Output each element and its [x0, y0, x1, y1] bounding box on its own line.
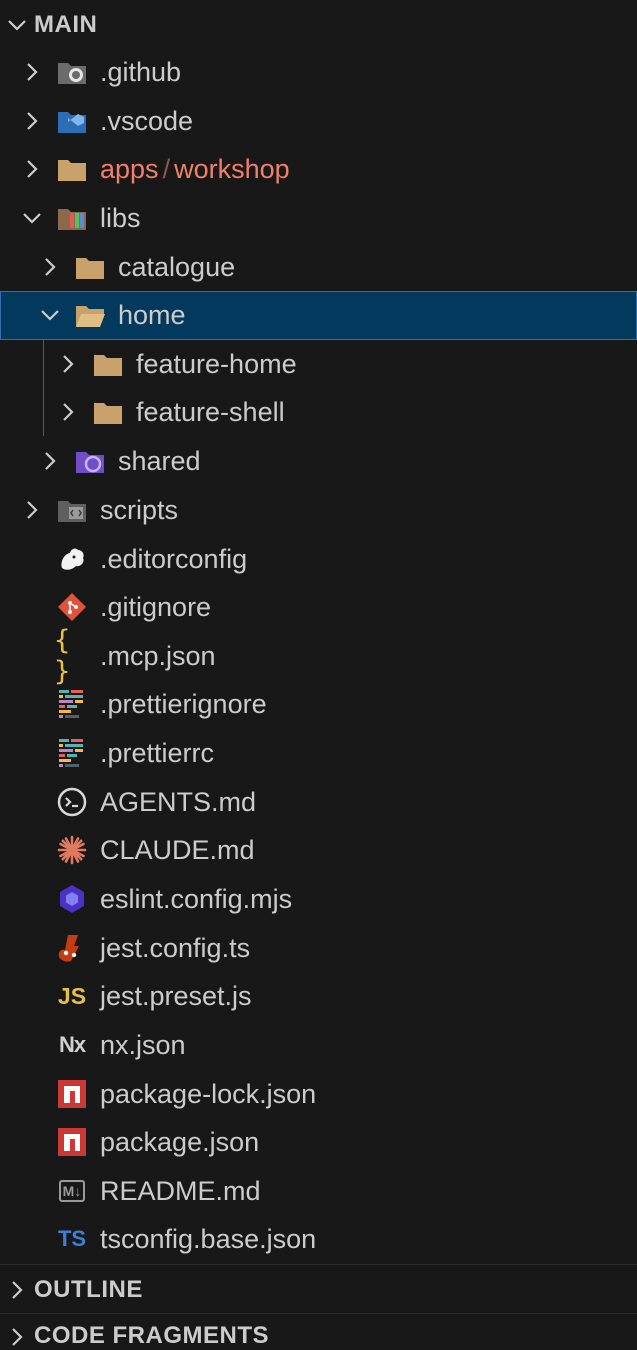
tree-item-label: eslint.config.mjs [100, 883, 293, 914]
tree-item-scripts[interactable]: scripts [0, 486, 637, 535]
shared-folder-icon [72, 443, 108, 479]
git-icon [54, 589, 90, 625]
chevron-right-icon [36, 253, 64, 281]
tree-item-label: package-lock.json [100, 1078, 317, 1109]
chevron-down-icon [0, 14, 34, 36]
tree-item-label: .editorconfig [100, 543, 248, 574]
javascript-icon: JS [57, 982, 87, 1009]
tree-item-label: scripts [100, 494, 179, 525]
folder-open-icon [72, 297, 108, 333]
npm-icon [54, 1124, 90, 1160]
tree-item-label: .vscode [100, 105, 194, 136]
explorer-section-code-fragments[interactable]: CODE FRAGMENTS [0, 1314, 637, 1350]
chevron-right-icon [18, 155, 46, 183]
npm-icon [54, 1076, 90, 1112]
tree-item-editorconfig[interactable]: .editorconfig [0, 535, 637, 584]
tree-item-label: .prettierrc [100, 737, 215, 768]
chevron-right-icon [36, 447, 64, 475]
tree-item-label: jest.config.ts [100, 932, 251, 963]
tree-item-label: nx.json [100, 1029, 186, 1060]
section-title-main: MAIN [34, 10, 98, 38]
folder-icon [90, 346, 126, 382]
tree-item-apps-workshop[interactable]: apps / workshop [0, 145, 637, 194]
tree-item-label: .prettierignore [100, 688, 267, 719]
prettier-icon [54, 735, 90, 771]
libs-folder-open-icon [54, 200, 90, 236]
tree-item-label: home [118, 299, 186, 330]
folder-icon [72, 249, 108, 285]
tree-item-shared[interactable]: shared [0, 437, 637, 486]
tree-item-label: shared [118, 445, 201, 476]
tree-item-package-lock[interactable]: package-lock.json [0, 1070, 637, 1119]
explorer-section-outline[interactable]: OUTLINE [0, 1265, 637, 1314]
tree-item-label: jest.preset.js [100, 980, 252, 1011]
github-folder-icon [54, 54, 90, 90]
tree-item-vscode[interactable]: .vscode [0, 97, 637, 146]
vscode-folder-icon [54, 103, 90, 139]
tree-item-agents-md[interactable]: AGENTS.md [0, 778, 637, 827]
tree-item-jest-preset[interactable]: JS jest.preset.js [0, 972, 637, 1021]
chevron-right-icon [18, 496, 46, 524]
tree-item-libs[interactable]: libs [0, 194, 637, 243]
prettier-icon [54, 686, 90, 722]
tree-item-prettierrc[interactable]: .prettierrc [0, 729, 637, 778]
chevron-right-icon [18, 58, 46, 86]
chevron-right-icon [54, 398, 82, 426]
section-title-outline: OUTLINE [34, 1275, 143, 1303]
tree-item-feature-shell[interactable]: feature-shell [0, 388, 637, 437]
agents-icon [54, 784, 90, 820]
eslint-icon [54, 881, 90, 917]
nx-icon: Nx [58, 1032, 86, 1058]
claude-icon [54, 832, 90, 868]
tree-item-label: .github [100, 56, 182, 87]
tree-item-label: .gitignore [100, 591, 212, 622]
chevron-right-icon [0, 1326, 34, 1350]
editorconfig-icon [54, 541, 90, 577]
tree-item-readme[interactable]: M↓ README.md [0, 1167, 637, 1216]
tree-item-github[interactable]: .github [0, 48, 637, 97]
tree-item-label: .mcp.json [100, 640, 216, 671]
tree-item-gitignore[interactable]: .gitignore [0, 583, 637, 632]
tree-item-tsconfig-base[interactable]: TS tsconfig.base.json [0, 1215, 637, 1264]
tree-item-label: libs [100, 202, 141, 233]
tree-item-feature-home[interactable]: feature-home [0, 340, 637, 389]
chevron-right-icon [18, 107, 46, 135]
tree-item-label: package.json [100, 1126, 260, 1157]
tree-item-prettierignore[interactable]: .prettierignore [0, 680, 637, 729]
tree-item-jest-config[interactable]: jest.config.ts [0, 924, 637, 973]
tree-item-label: AGENTS.md [100, 786, 257, 817]
tree-item-label: tsconfig.base.json [100, 1223, 317, 1254]
explorer-section-main[interactable]: MAIN [0, 0, 637, 49]
tree-item-label: CLAUDE.md [100, 834, 255, 865]
chevron-down-icon [18, 204, 46, 232]
tree-item-label: feature-shell [136, 396, 285, 427]
markdown-badge: M↓ [58, 1180, 86, 1203]
path-segment-apps: apps [100, 153, 159, 184]
path-separator: / [162, 153, 171, 184]
tree-item-mcp-json[interactable]: { } .mcp.json [0, 625, 637, 688]
folder-icon [90, 394, 126, 430]
markdown-icon: M↓ [54, 1173, 90, 1209]
tree-item-label: feature-home [136, 348, 297, 379]
chevron-right-icon [0, 1279, 34, 1301]
chevron-down-icon [36, 301, 64, 329]
folder-icon [54, 151, 90, 187]
tree-item-home[interactable]: home [0, 291, 637, 340]
scripts-folder-icon [54, 492, 90, 528]
typescript-config-icon: TS [57, 1226, 87, 1252]
chevron-right-icon [54, 350, 82, 378]
tree-item-catalogue[interactable]: catalogue [0, 243, 637, 292]
tree-item-claude-md[interactable]: CLAUDE.md [0, 826, 637, 875]
tree-item-label: catalogue [118, 251, 236, 282]
path-segment-workshop: workshop [174, 153, 290, 184]
tree-item-label: apps / workshop [100, 154, 290, 185]
json-braces-icon: { } [54, 625, 71, 688]
tree-item-nx-json[interactable]: Nx nx.json [0, 1021, 637, 1070]
tree-item-package-json[interactable]: package.json [0, 1118, 637, 1167]
section-title-code-fragments: CODE FRAGMENTS [34, 1322, 269, 1349]
tree-item-label: README.md [100, 1175, 261, 1206]
tree-item-eslint-config[interactable]: eslint.config.mjs [0, 875, 637, 924]
jest-icon [54, 930, 90, 966]
